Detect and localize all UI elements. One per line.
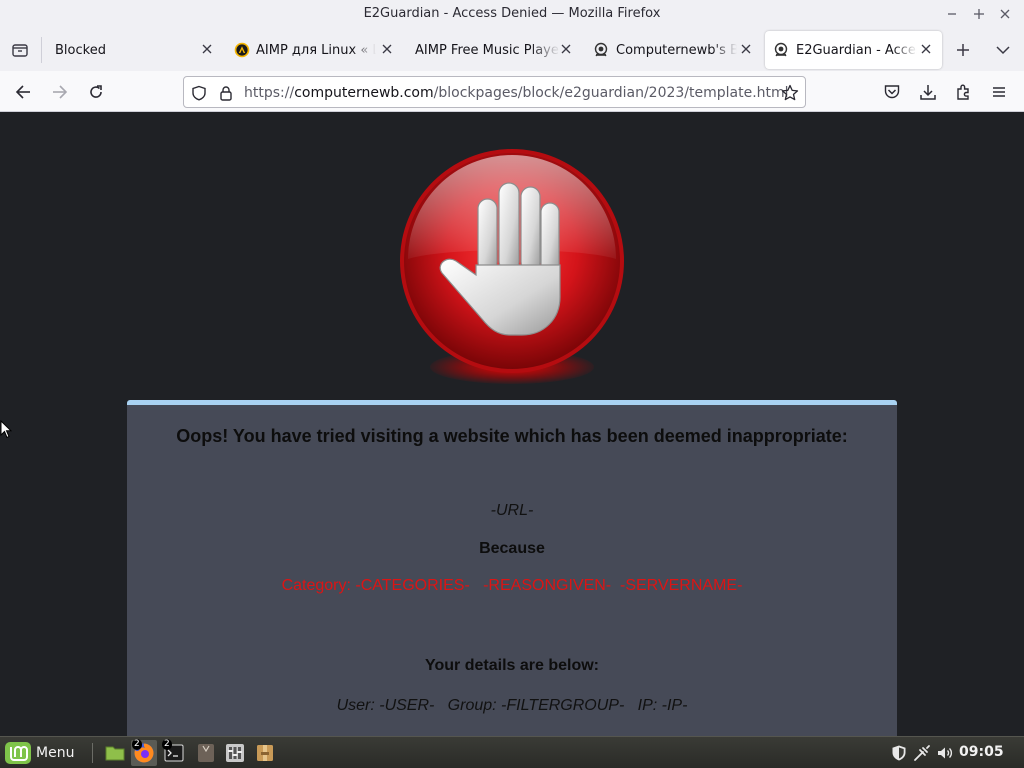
address-bar[interactable]: https://computernewb.com/blockpages/bloc… xyxy=(183,76,806,108)
because-label: Because xyxy=(479,540,545,557)
network-tray[interactable] xyxy=(912,743,932,763)
url-path: /blockpages/block/e2guardian/2023/templa… xyxy=(433,85,789,101)
window-title: E2Guardian - Access Denied — Mozilla Fir… xyxy=(363,6,661,21)
url-text[interactable]: https://computernewb.com/blockpages/bloc… xyxy=(244,85,789,101)
user-details: User: -USER- Group: -FILTERGROUP- IP: -I… xyxy=(336,697,688,714)
start-menu-button[interactable]: Menu xyxy=(4,740,74,766)
reload-button[interactable] xyxy=(82,78,110,106)
tab-close-button[interactable] xyxy=(199,41,215,57)
taskbar-firefox[interactable]: 2 xyxy=(131,739,157,766)
extensions-button[interactable] xyxy=(950,78,978,106)
close-icon xyxy=(561,44,571,54)
back-button[interactable] xyxy=(9,78,37,106)
tab-label: Blocked xyxy=(55,43,106,58)
minimize-icon xyxy=(948,13,956,15)
block-message-panel: Oops! You have tried visiting a website … xyxy=(127,400,897,736)
tab-label: AIMP Free Music Player xyxy=(415,43,560,58)
taskbar-separator xyxy=(92,743,93,763)
navigation-toolbar: https://computernewb.com/blockpages/bloc… xyxy=(0,71,1024,112)
folder-icon xyxy=(105,746,125,761)
tab-blocked[interactable]: Blocked xyxy=(44,31,222,69)
shield-icon[interactable] xyxy=(190,84,208,102)
mouse-cursor-icon xyxy=(0,420,12,439)
chevron-down-icon xyxy=(996,46,1010,55)
url-host: computernewb.com xyxy=(294,85,434,101)
taskbar-app-5[interactable] xyxy=(222,740,248,766)
terminal-window-count: 2 xyxy=(162,739,172,750)
maximize-button[interactable] xyxy=(968,3,990,25)
tab-computernewb[interactable]: Computernewb's Blo xyxy=(585,31,761,69)
close-window-button[interactable] xyxy=(994,3,1016,25)
clock[interactable]: 09:05 xyxy=(959,744,1004,760)
close-icon xyxy=(741,44,751,54)
tab-close-button[interactable] xyxy=(738,41,754,57)
firefox-view-button[interactable] xyxy=(8,38,32,62)
tab-label: Computernewb's Blo xyxy=(616,43,737,58)
tab-aimp-linux[interactable]: AIMP для Linux « Lis xyxy=(226,31,401,69)
tab-label: AIMP для Linux « Lis xyxy=(256,43,376,58)
app-menu-button[interactable] xyxy=(985,78,1013,106)
close-icon xyxy=(921,44,931,54)
maximize-icon xyxy=(974,9,984,19)
list-all-tabs-button[interactable] xyxy=(992,39,1014,61)
taskbar-app-4[interactable] xyxy=(193,740,219,766)
new-tab-button[interactable] xyxy=(952,39,974,61)
forward-button[interactable] xyxy=(46,78,74,106)
tab-divider xyxy=(41,37,42,63)
network-icon xyxy=(914,745,930,761)
update-manager-tray[interactable] xyxy=(889,743,909,763)
downloads-button[interactable] xyxy=(914,78,942,106)
tab-aimp-free-player[interactable]: AIMP Free Music Player xyxy=(405,31,581,69)
e2guardian-icon xyxy=(773,42,789,58)
page-content: Oops! You have tried visiting a website … xyxy=(0,112,1024,736)
tab-close-button[interactable] xyxy=(558,41,574,57)
tab-strip: Blocked AIMP для Linux « Lis AIMP Free M… xyxy=(0,29,1024,71)
e2guardian-icon xyxy=(593,42,609,58)
plus-icon xyxy=(957,44,969,56)
shield-icon xyxy=(892,745,906,761)
blocked-url: -URL- xyxy=(490,502,534,519)
hamburger-menu-icon xyxy=(993,87,1005,97)
firefox-window-count: 2 xyxy=(132,739,142,750)
tab-close-button[interactable] xyxy=(379,41,395,57)
volume-tray[interactable] xyxy=(935,743,955,763)
tab-label: E2Guardian - Access xyxy=(796,43,917,58)
arrow-right-icon xyxy=(53,85,68,99)
puzzle-icon xyxy=(957,84,969,100)
block-heading: Oops! You have tried visiting a website … xyxy=(176,426,848,446)
arrow-left-icon xyxy=(15,85,30,99)
minimize-button[interactable] xyxy=(941,3,963,25)
taskbar-app-6[interactable] xyxy=(252,740,278,766)
url-scheme: https:// xyxy=(244,85,295,101)
system-monitor-icon xyxy=(198,744,214,762)
taskbar-terminal[interactable]: 2 xyxy=(161,739,187,766)
close-icon xyxy=(382,44,392,54)
reload-icon xyxy=(90,85,102,98)
bookmark-star-icon[interactable] xyxy=(781,84,799,102)
tab-close-button[interactable] xyxy=(918,41,934,57)
window-titlebar: E2Guardian - Access Denied — Mozilla Fir… xyxy=(0,0,1024,29)
aimp-icon xyxy=(234,42,250,58)
menu-label: Menu xyxy=(36,745,75,761)
close-icon xyxy=(1000,9,1010,19)
details-heading: Your details are below: xyxy=(425,657,599,674)
tab-e2guardian-access-denied[interactable]: E2Guardian - Access xyxy=(765,31,942,69)
block-reason: Category: -CATEGORIES- -REASONGIVEN- -SE… xyxy=(281,577,743,594)
volume-icon xyxy=(938,747,953,759)
taskbar-files[interactable] xyxy=(102,740,128,766)
settings-icon xyxy=(226,744,244,762)
lock-icon[interactable] xyxy=(217,84,235,102)
linux-mint-icon xyxy=(5,742,31,764)
download-icon xyxy=(920,85,936,100)
taskbar: Menu 2 2 09:05 xyxy=(0,736,1024,768)
firefox-view-icon xyxy=(12,44,28,57)
pocket-button[interactable] xyxy=(878,78,906,106)
close-icon xyxy=(202,44,212,54)
archive-icon xyxy=(257,745,273,761)
stop-hand-icon xyxy=(400,149,624,373)
pocket-icon xyxy=(884,85,900,99)
